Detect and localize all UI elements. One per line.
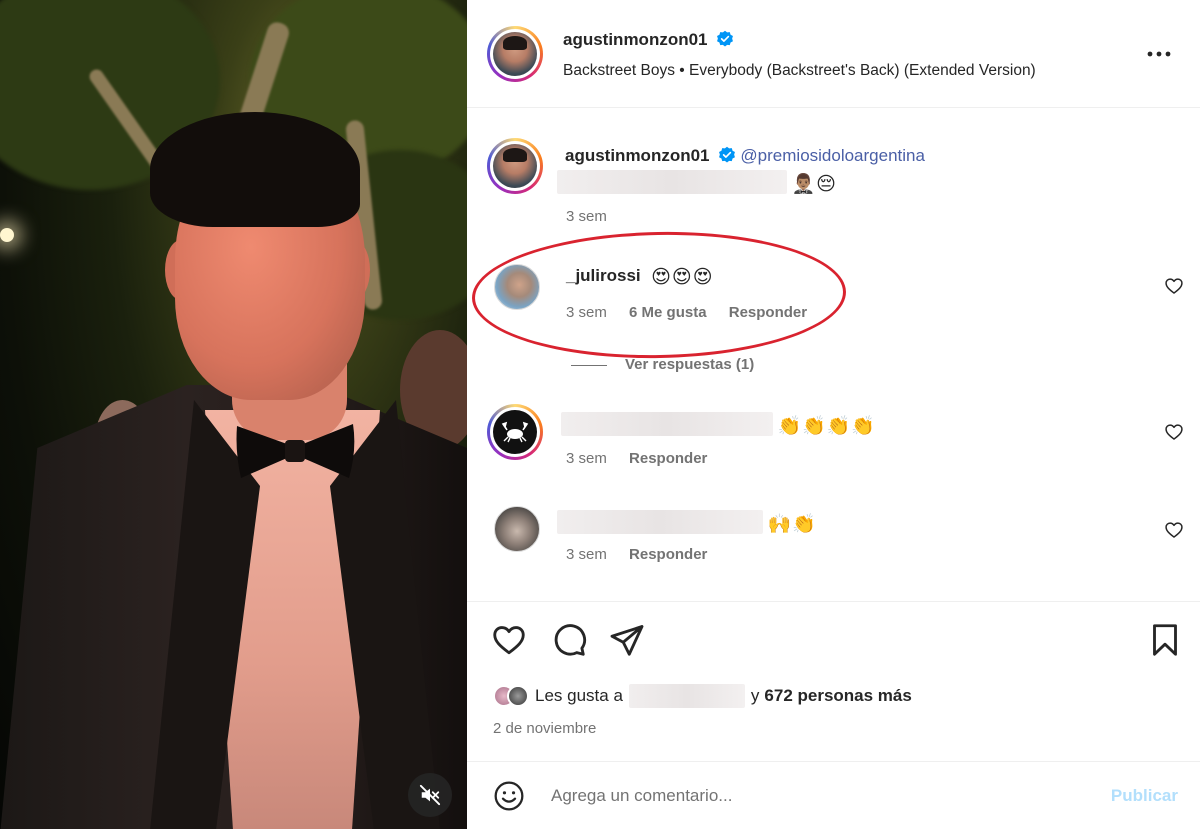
comment-line: 👏👏👏👏 bbox=[561, 412, 876, 438]
comment-meta: 3 sem 6 Me gusta Responder bbox=[566, 304, 825, 321]
comment-text: 😍😍😍 bbox=[651, 267, 714, 288]
comment-time[interactable]: 3 sem bbox=[566, 304, 607, 321]
comment-text: 👏👏👏👏 bbox=[777, 416, 877, 437]
comment-username[interactable]: _julirossi bbox=[566, 266, 641, 285]
comment-input[interactable] bbox=[551, 782, 1071, 810]
avatar-image bbox=[493, 144, 537, 188]
audio-track[interactable]: Backstreet Boys • Everybody (Backstreet'… bbox=[563, 62, 1036, 80]
comment-item: 🙌👏 3 sem Responder bbox=[467, 504, 1200, 584]
caption-line: agustinmonzon01 @premiosidoloargentina bbox=[565, 146, 925, 166]
caption-author-avatar[interactable] bbox=[487, 138, 543, 194]
mute-button[interactable] bbox=[408, 773, 452, 817]
post-header: agustinmonzon01 Backstreet Boys • Everyb… bbox=[467, 0, 1200, 108]
likes-summary: Les gusta a y 672 personas más bbox=[493, 684, 912, 708]
hair bbox=[150, 112, 360, 227]
comment-composer: Publicar bbox=[467, 762, 1200, 829]
save-bookmark-icon[interactable] bbox=[1147, 622, 1183, 658]
comments-list[interactable]: agustinmonzon01 @premiosidoloargentina 🤵… bbox=[467, 108, 1200, 602]
background-light bbox=[0, 228, 14, 242]
reply-button[interactable]: Responder bbox=[729, 304, 807, 321]
avatar-image bbox=[493, 32, 537, 76]
comment-meta: 3 sem Responder bbox=[566, 546, 725, 563]
redacted-text bbox=[557, 170, 787, 194]
like-comment-heart-icon[interactable] bbox=[1164, 276, 1184, 296]
caption-emojis: 🤵🏽‍♂️😔 bbox=[791, 174, 837, 195]
author-avatar[interactable] bbox=[487, 26, 543, 82]
commenter-avatar[interactable] bbox=[494, 264, 540, 310]
emoji-picker-icon[interactable] bbox=[493, 780, 525, 812]
replies-divider bbox=[571, 364, 607, 366]
author-username[interactable]: agustinmonzon01 bbox=[563, 30, 708, 49]
like-heart-icon[interactable] bbox=[491, 622, 527, 658]
comment-likes-count[interactable]: 6 Me gusta bbox=[629, 304, 707, 321]
post-date[interactable]: 2 de noviembre bbox=[493, 720, 596, 737]
redacted-liker-username bbox=[628, 684, 745, 708]
share-paper-plane-icon[interactable] bbox=[609, 622, 645, 658]
comment-item: _julirossi 😍😍😍 3 sem 6 Me gusta Responde… bbox=[467, 258, 1200, 378]
publish-button[interactable]: Publicar bbox=[1111, 786, 1178, 806]
post-video[interactable] bbox=[0, 0, 467, 829]
post-panel: agustinmonzon01 Backstreet Boys • Everyb… bbox=[467, 0, 1200, 829]
caption-username[interactable]: agustinmonzon01 bbox=[565, 146, 710, 165]
commenter-avatar[interactable] bbox=[494, 506, 540, 552]
like-comment-heart-icon[interactable] bbox=[1164, 422, 1184, 442]
comment-text: 🙌👏 bbox=[767, 514, 817, 535]
comment-meta: 3 sem Responder bbox=[566, 450, 725, 467]
caption: agustinmonzon01 @premiosidoloargentina 🤵… bbox=[467, 138, 1200, 238]
likes-prefix: Les gusta a bbox=[535, 686, 623, 705]
caption-mention-link[interactable]: @premiosidoloargentina bbox=[740, 146, 925, 165]
comment-line: _julirossi 😍😍😍 bbox=[566, 266, 714, 289]
view-replies-label: Ver respuestas (1) bbox=[625, 356, 755, 373]
reply-button[interactable]: Responder bbox=[629, 450, 707, 467]
comment-line: 🙌👏 bbox=[557, 510, 817, 536]
comment-bubble-icon[interactable] bbox=[551, 622, 587, 658]
comment-item: 👏👏👏👏 3 sem Responder bbox=[467, 404, 1200, 484]
liker-avatar[interactable] bbox=[507, 685, 529, 707]
redacted-username bbox=[557, 510, 763, 534]
caption-text: 🤵🏽‍♂️😔 bbox=[557, 170, 837, 196]
bowtie bbox=[236, 424, 355, 478]
likes-count-link[interactable]: 672 personas más bbox=[764, 686, 911, 706]
comment-time[interactable]: 3 sem bbox=[566, 546, 607, 563]
caption-time[interactable]: 3 sem bbox=[566, 208, 607, 225]
redacted-username bbox=[561, 412, 773, 436]
likes-suffix: y bbox=[750, 686, 760, 705]
avatar-image bbox=[493, 410, 537, 454]
more-options-icon[interactable] bbox=[1146, 44, 1172, 64]
crab-icon bbox=[501, 421, 529, 443]
verified-badge-icon bbox=[717, 30, 733, 47]
speaker-muted-icon bbox=[419, 784, 441, 806]
reply-button[interactable]: Responder bbox=[629, 546, 707, 563]
comment-time[interactable]: 3 sem bbox=[566, 450, 607, 467]
verified-badge-icon bbox=[719, 146, 735, 163]
like-comment-heart-icon[interactable] bbox=[1164, 520, 1184, 540]
author-line: agustinmonzon01 bbox=[563, 30, 734, 50]
view-replies-button[interactable]: Ver respuestas (1) bbox=[571, 356, 754, 373]
post-actions: Les gusta a y 672 personas más 2 de novi… bbox=[467, 602, 1200, 762]
commenter-avatar[interactable] bbox=[487, 404, 543, 460]
caption-meta: 3 sem bbox=[566, 208, 625, 225]
